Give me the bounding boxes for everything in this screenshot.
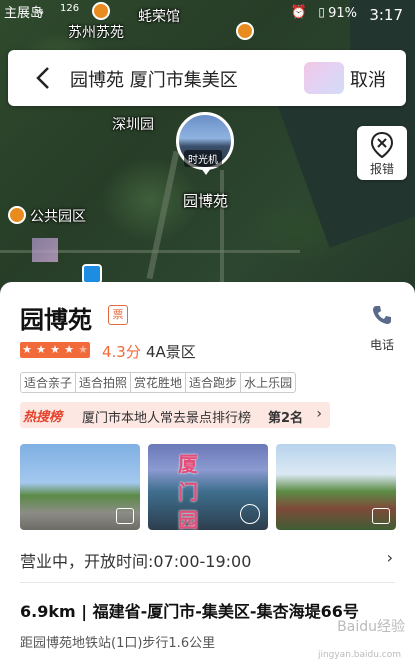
- pin-label: 园博苑: [183, 192, 229, 210]
- ranking-position: 第2名: [268, 411, 304, 426]
- place-title: 园博苑: [20, 306, 92, 334]
- map-view[interactable]: 主展岛 ₄₆ 126 ⏰ ▯ 91% 3:17 苏州苏苑 蚝荣馆 深圳园 公共园…: [0, 0, 415, 300]
- star-icon: ★: [50, 343, 60, 356]
- star-icon: ★: [36, 343, 46, 356]
- pin-tag: 时光机: [184, 150, 222, 167]
- map-road: [220, 170, 224, 290]
- photo-gallery: 厦 门 园 博: [20, 444, 396, 530]
- network-speed: 126: [60, 3, 80, 14]
- chevron-right-icon: ›: [316, 406, 322, 422]
- map-label-suzhou[interactable]: 苏州苏苑: [68, 22, 124, 42]
- star-icon: ★: [78, 343, 88, 356]
- map-label-public-park[interactable]: 公共园区: [30, 206, 86, 226]
- feature-tag: 水上乐园: [244, 376, 293, 390]
- photo-pavilion[interactable]: [276, 444, 396, 530]
- poi-marker-icon[interactable]: [92, 2, 110, 20]
- back-arrow-icon[interactable]: [30, 62, 58, 94]
- alarm-icon: ⏰: [290, 5, 307, 20]
- location-error-icon: [371, 132, 393, 158]
- clock: 3:17: [369, 6, 403, 24]
- vibrate-icon: ▯: [318, 5, 325, 19]
- image-icon: [372, 508, 390, 524]
- feature-tags: 适合亲子 适合拍照 赏花胜地 适合跑步 水上乐园: [20, 372, 297, 393]
- avatar[interactable]: [304, 62, 344, 94]
- battery-level: 91%: [328, 6, 357, 21]
- phone-icon: [373, 306, 391, 324]
- play-icon: [240, 504, 260, 524]
- ranking-banner[interactable]: 热搜榜 厦门市本地人常去景点排行榜 第2名 ›: [20, 402, 330, 428]
- metro-distance: 距园博苑地铁站(1口)步行1.6公里: [20, 636, 216, 651]
- map-road: [146, 150, 180, 280]
- signal-icon: ₄₆: [34, 3, 44, 17]
- map-label-shenzhen[interactable]: 深圳园: [112, 114, 154, 134]
- address[interactable]: 6.9km | 福建省-厦门市-集美区-集杏海堤66号: [20, 598, 359, 622]
- star-icon: ★: [64, 343, 74, 356]
- watermark: Baidu经验: [337, 619, 405, 635]
- feature-tag: 赏花胜地: [131, 373, 187, 392]
- watermark-url: jingyan.baidu.com: [317, 650, 401, 660]
- cancel-button[interactable]: 取消: [350, 66, 386, 92]
- photo-aerial[interactable]: 厦 门 园 博: [148, 444, 268, 530]
- poi-marker-icon[interactable]: [236, 22, 254, 40]
- chevron-right-icon[interactable]: ›: [387, 548, 393, 567]
- status-bar: 主展岛 ₄₆ 126 ⏰ ▯ 91% 3:17: [0, 0, 415, 28]
- opening-hours[interactable]: 营业中，开放时间:07:00-19:00: [20, 548, 251, 572]
- ticket-badge[interactable]: 票: [108, 305, 128, 325]
- rating-score: 4.3分: [102, 343, 141, 361]
- feature-tag: 适合跑步: [186, 373, 242, 392]
- scenic-level: 4A景区: [146, 343, 196, 361]
- place-pin[interactable]: 时光机: [176, 112, 236, 175]
- star-rating: ★ ★ ★ ★ ★: [20, 342, 90, 358]
- divider: [20, 582, 395, 583]
- search-bar[interactable]: 园博苑 厦门市集美区 取消: [8, 50, 406, 106]
- pin-tail: [201, 168, 211, 175]
- photo-overlay-text: 厦 门 园 博: [178, 452, 198, 530]
- phone-button[interactable]: 电话: [362, 304, 402, 353]
- search-query[interactable]: 园博苑 厦门市集美区: [70, 66, 238, 92]
- report-error-button[interactable]: 报错: [357, 126, 407, 180]
- star-icon: ★: [22, 343, 32, 356]
- ranking-text: 厦门市本地人常去景点排行榜: [82, 411, 252, 426]
- report-error-label: 报错: [369, 162, 394, 176]
- hot-badge: 热搜榜: [23, 410, 63, 425]
- place-detail-panel: 园博苑 票 电话 ★ ★ ★ ★ ★ 4.3分 4A景区 适合亲子 适合拍照 赏…: [0, 282, 415, 668]
- phone-label: 电话: [369, 338, 394, 352]
- feature-tag: 适合亲子: [21, 373, 77, 392]
- photo-entrance[interactable]: [20, 444, 140, 530]
- transit-icon[interactable]: [82, 264, 102, 284]
- poi-marker-icon[interactable]: [8, 206, 26, 224]
- map-label-haorong[interactable]: 蚝荣馆: [138, 6, 180, 26]
- feature-tag: 适合拍照: [76, 373, 132, 392]
- image-icon: [116, 508, 134, 524]
- blurred-marker: [32, 238, 58, 262]
